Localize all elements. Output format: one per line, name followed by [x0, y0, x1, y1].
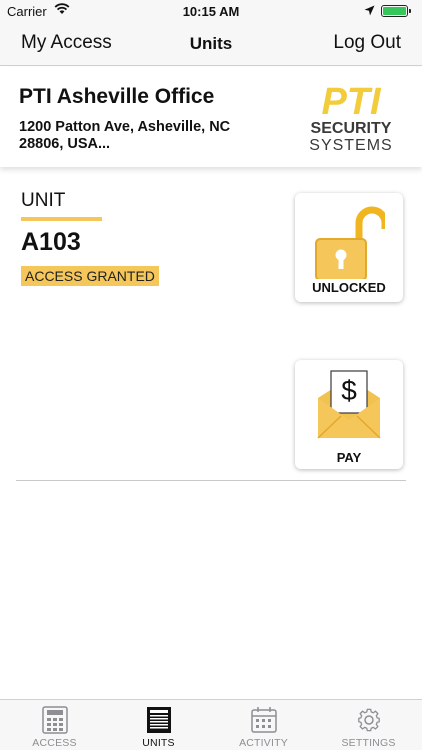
tab-activity[interactable]: ACTIVITY [211, 700, 316, 750]
status-time: 10:15 AM [182, 4, 240, 19]
tab-access-label: ACCESS [32, 737, 77, 749]
pti-logo: PTI SECURITY SYSTEMS [300, 81, 402, 154]
open-padlock-icon [315, 206, 385, 279]
facility-name: PTI Asheville Office [19, 85, 215, 108]
keypad-icon [42, 706, 68, 734]
logo-mark: PTI [321, 81, 382, 123]
facility-address: 1200 Patton Ave, Asheville, NC 28806, US… [19, 119, 231, 152]
pay-label: PAY [336, 450, 362, 465]
facility-header: PTI Asheville Office 1200 Patton Ave, As… [0, 67, 422, 167]
unit-label: UNIT [21, 190, 66, 211]
battery-icon [381, 5, 411, 17]
unlock-label: UNLOCKED [312, 280, 386, 295]
tab-units[interactable]: UNITS [106, 700, 211, 750]
tab-units-label: UNITS [142, 737, 175, 749]
envelope-payment-icon: $ [317, 370, 381, 439]
building-icon [147, 707, 171, 733]
unit-id: A103 [21, 228, 81, 256]
dollar-sign: $ [341, 375, 357, 406]
unit-label-underline [21, 217, 102, 221]
section-divider [16, 480, 406, 481]
log-out-button[interactable]: Log Out [333, 32, 401, 54]
logo-line1: SECURITY [311, 120, 392, 137]
location-arrow-icon [364, 4, 375, 19]
pay-button[interactable]: $ PAY [295, 360, 403, 469]
my-access-button[interactable]: My Access [21, 32, 112, 54]
access-status-badge: ACCESS GRANTED [21, 266, 159, 286]
tab-settings[interactable]: SETTINGS [316, 700, 421, 750]
tab-activity-label: ACTIVITY [239, 737, 288, 749]
unlock-button[interactable]: UNLOCKED [295, 193, 403, 302]
status-bar: Carrier 10:15 AM [0, 0, 422, 22]
tab-access[interactable]: ACCESS [2, 700, 107, 750]
logo-line2: SYSTEMS [309, 137, 392, 153]
tab-bar: ACCESS UNITS ACTIVITY SETTINGS [0, 699, 422, 750]
tab-settings-label: SETTINGS [341, 737, 396, 749]
calendar-icon [251, 707, 277, 733]
gear-icon [358, 708, 380, 732]
nav-bar: My Access Units Log Out [0, 22, 422, 66]
